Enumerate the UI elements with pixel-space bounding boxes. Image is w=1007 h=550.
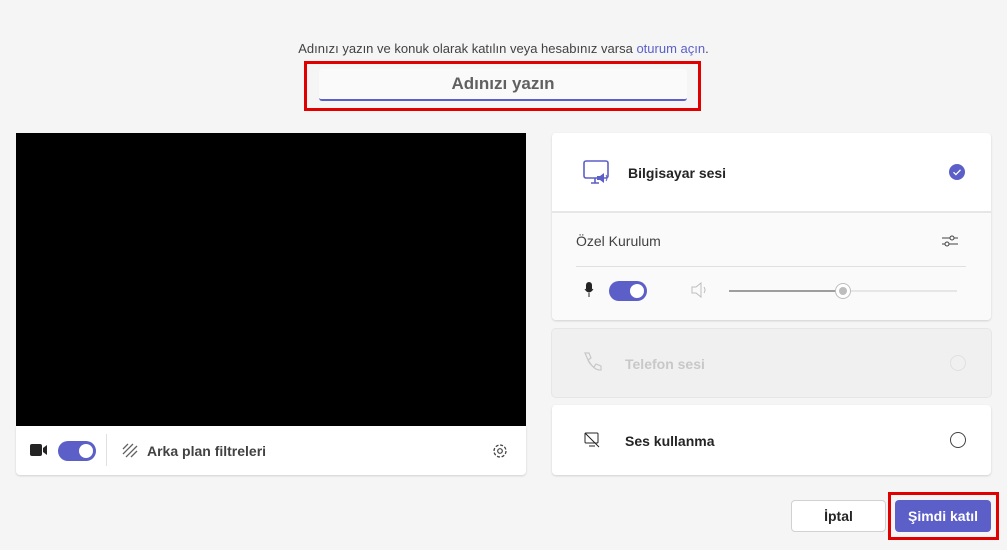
no-audio-card[interactable]: Ses kullanma: [552, 405, 991, 475]
computer-audio-card[interactable]: Bilgisayar sesi Özel Kurulum: [552, 133, 991, 320]
custom-setup-panel: Özel Kurulum: [552, 211, 991, 320]
camera-icon: [30, 444, 47, 456]
device-settings-sliders-icon[interactable]: [941, 233, 959, 249]
cancel-button[interactable]: İptal: [791, 500, 886, 532]
computer-audio-icon: [583, 160, 609, 184]
settings-gear-icon[interactable]: [491, 442, 509, 460]
volume-thumb[interactable]: [835, 283, 851, 299]
intro-message: Adınızı yazın ve konuk olarak katılın ve…: [298, 41, 637, 56]
divider: [576, 266, 966, 267]
phone-audio-radio[interactable]: [950, 355, 966, 371]
name-input[interactable]: [319, 69, 687, 101]
computer-audio-label: Bilgisayar sesi: [628, 165, 727, 181]
no-audio-radio[interactable]: [950, 432, 966, 448]
phone-icon: [584, 352, 602, 371]
custom-setup-label: Özel Kurulum: [576, 233, 661, 249]
divider: [106, 434, 107, 466]
speaker-volume-slider[interactable]: [729, 283, 957, 299]
camera-toggle[interactable]: [58, 441, 96, 461]
video-preview: [16, 133, 526, 426]
speaker-icon: [691, 282, 706, 298]
intro-end: .: [705, 41, 709, 56]
no-audio-icon: [584, 432, 600, 448]
background-filters-icon: [122, 443, 138, 458]
phone-audio-label: Telefon sesi: [625, 356, 705, 372]
sign-in-link[interactable]: oturum açın: [636, 41, 705, 56]
volume-fill: [729, 290, 843, 292]
microphone-icon: [584, 282, 594, 297]
intro-text: Adınızı yazın ve konuk olarak katılın ve…: [0, 41, 1007, 56]
join-now-button[interactable]: Şimdi katıl: [895, 500, 991, 532]
background-filters-button[interactable]: Arka plan filtreleri: [147, 443, 266, 459]
microphone-toggle[interactable]: [609, 281, 647, 301]
no-audio-label: Ses kullanma: [625, 433, 715, 449]
phone-audio-card[interactable]: Telefon sesi: [552, 329, 991, 397]
selected-check-icon: [949, 164, 965, 180]
video-controls-bar: Arka plan filtreleri: [16, 426, 526, 475]
